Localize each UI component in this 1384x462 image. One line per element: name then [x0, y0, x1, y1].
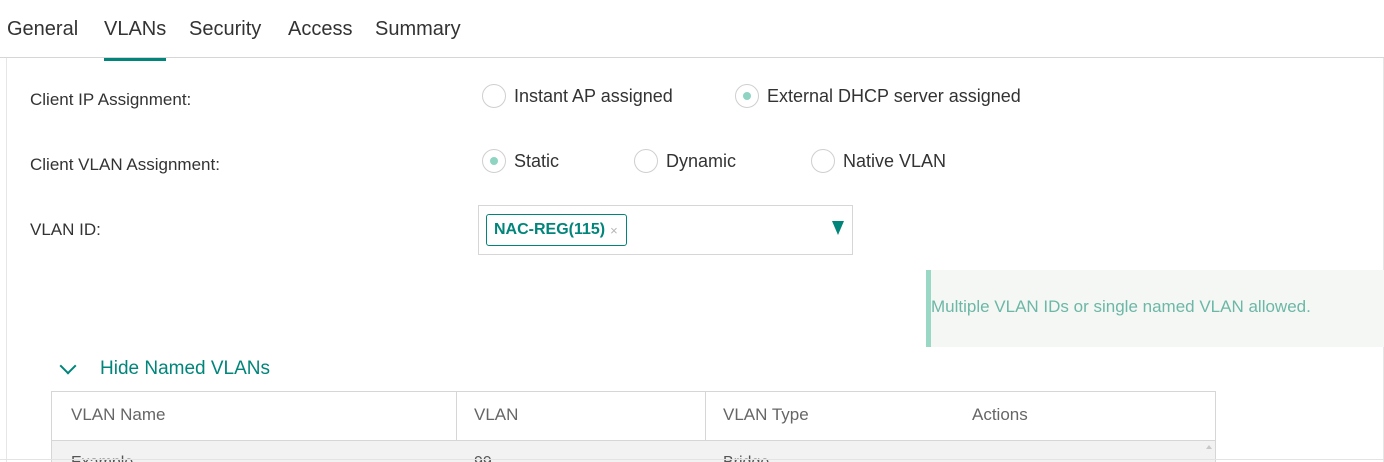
tab-summary[interactable]: Summary	[375, 18, 461, 41]
scroll-up-icon[interactable]	[1206, 445, 1212, 449]
radio-external-dhcp-server-assigned[interactable]: External DHCP server assigned	[735, 84, 1021, 108]
radio-label: Dynamic	[666, 150, 737, 171]
tab-bar: General VLANs Security Access Summary	[0, 0, 1384, 61]
chevron-down-icon	[59, 357, 77, 375]
vlan-chip-label: NAC-REG(115)	[494, 221, 606, 238]
vlan-chip: NAC-REG(115) ×	[486, 214, 627, 246]
hide-named-vlans-toggle[interactable]: Hide Named VLANs	[58, 357, 271, 380]
radio-circle	[482, 84, 506, 108]
client-vlan-assignment-label: Client VLAN Assignment:	[30, 155, 220, 174]
content-left-border	[6, 58, 7, 462]
tab-access[interactable]: Access	[288, 18, 352, 41]
cell-vlan: 99	[474, 454, 492, 462]
client-ip-assignment-label: Client IP Assignment:	[30, 90, 192, 109]
named-vlans-table: VLAN Name VLAN VLAN Type Actions Example…	[51, 391, 1216, 462]
column-header-vlan-type[interactable]: VLAN Type	[723, 405, 809, 425]
info-note: Multiple VLAN IDs or single named VLAN a…	[926, 270, 1384, 347]
radio-native-vlan[interactable]: Native VLAN	[811, 149, 946, 173]
column-header-vlan[interactable]: VLAN	[474, 405, 518, 425]
info-note-text: Multiple VLAN IDs or single named VLAN a…	[931, 297, 1311, 316]
chip-remove-icon[interactable]: ×	[610, 223, 618, 238]
tab-general[interactable]: General	[7, 18, 78, 41]
table-header: VLAN Name VLAN VLAN Type Actions	[52, 392, 1215, 441]
radio-dynamic[interactable]: Dynamic	[634, 149, 736, 173]
radio-instant-ap-assigned[interactable]: Instant AP assigned	[482, 84, 673, 108]
column-header-vlan-name[interactable]: VLAN Name	[71, 405, 165, 425]
dropdown-arrow-icon[interactable]	[832, 221, 844, 235]
tab-vlans[interactable]: VLANs	[104, 18, 167, 61]
vlans-settings-panel: General VLANs Security Access Summary Cl…	[0, 0, 1384, 462]
radio-circle-selected	[482, 149, 506, 173]
radio-static[interactable]: Static	[482, 149, 559, 173]
tab-security[interactable]: Security	[189, 18, 261, 41]
radio-circle	[811, 149, 835, 173]
radio-label: External DHCP server assigned	[767, 85, 1021, 106]
cell-vlan-type: Bridge	[723, 454, 769, 462]
radio-label: Native VLAN	[843, 150, 947, 171]
cell-vlan-name: Example	[71, 454, 133, 462]
hide-named-vlans-label: Hide Named VLANs	[100, 358, 271, 379]
radio-circle	[634, 149, 658, 173]
radio-label: Instant AP assigned	[514, 85, 673, 106]
radio-circle-selected	[735, 84, 759, 108]
column-header-actions: Actions	[972, 405, 1028, 424]
radio-label: Static	[514, 150, 560, 171]
vlan-id-label: VLAN ID:	[30, 220, 101, 239]
bottom-divider	[0, 459, 1384, 460]
vlan-id-select[interactable]: NAC-REG(115) ×	[478, 205, 853, 255]
